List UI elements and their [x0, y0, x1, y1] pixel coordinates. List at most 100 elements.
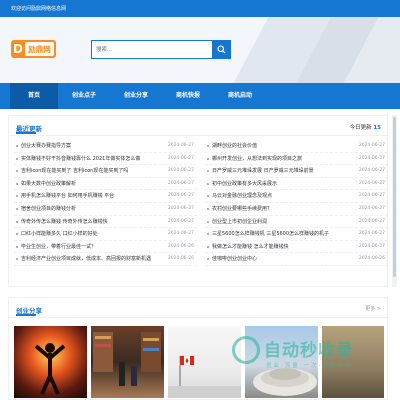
article-title[interactable]: 用手机怎么赚钱平台 如何用手机赚钱 平台: [21, 190, 151, 203]
list-item[interactable]: 初中创业政策有多大风采展示 2024-06-27: [205, 178, 388, 191]
title-underline: [16, 314, 36, 316]
list-item[interactable]: 吉利icon现在能买到了 吉利icon现在能买到了吗 2024-06-27: [14, 165, 197, 178]
article-title[interactable]: 毕业生创业，带着行业最佳一试？: [21, 241, 151, 254]
bullet: [207, 195, 209, 198]
search-input[interactable]: [92, 41, 212, 58]
article-title[interactable]: 郴州开发创业，从想法到实现的项目之旅: [212, 153, 342, 166]
today-updates: 今日更新 15: [350, 123, 381, 131]
article-date: 2024-06-27: [167, 155, 194, 161]
panel-header: 最近更新 今日更新 15: [9, 116, 389, 136]
article-title[interactable]: 马云对金融创业理念及观点: [212, 190, 342, 203]
bullet: [16, 233, 18, 236]
bullet: [16, 145, 18, 147]
list-item[interactable]: 毕业生创业，带着行业最佳一试？ 2024-06-26: [14, 241, 197, 254]
watermark-logo: 自动秒收录 创业·流量·一次·自动收录: [232, 332, 392, 382]
bullet: [207, 245, 209, 248]
nav-item-home[interactable]: 首页: [10, 83, 58, 109]
list-item[interactable]: 传奇外传怎么赚钱 传奇外传怎么赚钱快 2024-06-27: [14, 216, 197, 229]
list-item[interactable]: 三星5600怎么样赚钱机 三星5600怎么样赚钱的机子 2024-06-27: [205, 228, 388, 241]
welcome-text: 欢迎访问励鼎网络信息网: [11, 6, 67, 12]
list-item[interactable]: 湖畔创业的社会价值 2024-06-27: [205, 140, 388, 153]
thumbnail-image[interactable]: [168, 326, 241, 398]
list-item[interactable]: 农村创业要哪些手续费用？ 2024-06-27: [205, 203, 388, 216]
article-title[interactable]: 日产罗威三元堆垛发展 日产罗威三元堆垛前景: [212, 165, 342, 178]
latest-updates-panel: 最近更新 今日更新 15 创业大赛办赛指导方案 2024-06-27 实体赚钱不好…: [8, 115, 389, 287]
article-title[interactable]: 佳咖啡创业创业中心: [212, 253, 342, 266]
article-date: 2024-06-26: [358, 256, 385, 262]
bookstore-scene: [93, 332, 161, 386]
scrollbar-thumb[interactable]: [393, 117, 396, 277]
search-icon: [216, 45, 226, 54]
logo-text: 励鼎网: [25, 42, 54, 56]
list-item[interactable]: 日产罗威三元堆垛发展 日产罗威三元堆垛前景 2024-06-27: [205, 165, 388, 178]
article-date: 2024-06-27: [358, 180, 385, 186]
scrollbar[interactable]: [392, 115, 397, 287]
search-button[interactable]: [212, 41, 230, 58]
thumbnail-image[interactable]: [91, 326, 164, 398]
nav-item-start[interactable]: 商机启动: [214, 83, 266, 109]
article-title[interactable]: 吉利icon现在能买到了 吉利icon现在能买到了吗: [21, 165, 151, 178]
article-title[interactable]: 口红小样能赚多久 口红小样的好处: [21, 228, 151, 241]
thumbnail-image[interactable]: [14, 326, 87, 398]
article-title[interactable]: 如果大数中创业政策解析: [21, 178, 151, 191]
nav-item-ideas[interactable]: 创业点子: [58, 83, 110, 109]
list-item[interactable]: 用手机怎么赚钱平台 如何用手机赚钱 平台 2024-06-27: [14, 190, 197, 203]
list-item[interactable]: 如果大数中创业政策解析 2024-06-27: [14, 178, 197, 191]
bullet: [16, 182, 18, 185]
bullet: [207, 170, 209, 173]
article-title[interactable]: 宿舍创业项目的赚钱分析: [21, 203, 151, 216]
list-item[interactable]: 口红小样能赚多久 口红小样的好处 2024-06-27: [14, 228, 197, 241]
bullet: [16, 258, 18, 261]
article-date: 2024-06-27: [358, 143, 385, 148]
list-item[interactable]: 吉利经济产业创业项目成就，低成本、高回报的财富新机遇 2024-06-26: [14, 253, 197, 266]
article-title[interactable]: 农村创业要哪些手续费用？: [212, 203, 342, 216]
list-item[interactable]: 实体赚钱不好干抖音赚钱靠什么 2021年做实体怎么做 2024-06-27: [14, 153, 197, 166]
article-title[interactable]: 传奇外传怎么赚钱 传奇外传怎么赚钱快: [21, 216, 151, 229]
nav-item-share[interactable]: 创业分享: [110, 83, 162, 109]
bullet: [207, 182, 209, 185]
bullet: [207, 207, 209, 210]
bullet: [207, 233, 209, 236]
article-title[interactable]: 三星5600怎么样赚钱机 三星5600怎么样赚钱的机子: [212, 228, 342, 241]
article-date: 2024-06-27: [167, 193, 194, 199]
bullet: [16, 207, 18, 210]
article-title[interactable]: 创业大赛办赛指导方案: [21, 140, 151, 153]
silhouette-figure: [34, 343, 66, 395]
list-item[interactable]: 佳咖啡创业创业中心 2024-06-26: [205, 253, 388, 266]
site-logo[interactable]: D 励鼎网: [11, 40, 56, 58]
more-link[interactable]: 更多 >: [365, 305, 381, 312]
top-strip: 欢迎访问励鼎网络信息网: [0, 0, 400, 17]
article-title[interactable]: 湖畔创业的社会价值: [212, 140, 342, 153]
today-label: 今日更新: [349, 125, 372, 131]
article-title[interactable]: 实体赚钱不好干抖音赚钱靠什么 2021年做实体怎么做: [21, 153, 151, 166]
list-item[interactable]: 创业型上市初创企业利润 2024-06-27: [205, 216, 388, 229]
article-date: 2024-06-26: [167, 256, 194, 262]
article-title[interactable]: 吉利经济产业创业项目成就，低成本、高回报的财富新机遇: [21, 253, 151, 266]
watermark-subtext: 创业·流量·一次·自动收录: [266, 363, 353, 369]
list-item[interactable]: 郴州开发创业，从想法到实现的项目之旅 2024-06-27: [205, 153, 388, 166]
bullet: [16, 245, 18, 248]
article-date: 2024-06-27: [358, 168, 385, 174]
article-date: 2024-06-27: [358, 218, 385, 224]
article-title[interactable]: 初中创业政策有多大风采展示: [212, 178, 342, 191]
panel-header: 创业分享 更多 >: [9, 298, 389, 318]
today-count: 15: [373, 125, 381, 131]
list-item[interactable]: 宿舍创业项目的赚钱分析 2024-06-27: [14, 203, 197, 216]
bullet: [16, 157, 18, 160]
article-date: 2024-06-27: [358, 243, 385, 249]
nav-item-news[interactable]: 商机快报: [162, 83, 214, 109]
article-date: 2024-06-27: [358, 231, 385, 237]
article-title[interactable]: 创业型上市初创企业利润: [212, 216, 342, 229]
article-list-left: 创业大赛办赛指导方案 2024-06-27 实体赚钱不好干抖音赚钱靠什么 2021…: [14, 140, 197, 266]
list-item[interactable]: 创业大赛办赛指导方案 2024-06-27: [14, 140, 197, 153]
bullet: [207, 258, 209, 261]
bullet: [16, 170, 18, 173]
list-item[interactable]: 我做怎么才能赚钱 怎么才能赚钱快 2024-06-27: [205, 241, 388, 254]
article-title[interactable]: 我做怎么才能赚钱 怎么才能赚钱快: [212, 241, 342, 254]
list-item[interactable]: 马云对金融创业理念及观点 2024-06-27: [205, 190, 388, 203]
article-date: 2024-06-27: [358, 193, 385, 199]
article-date: 2024-06-27: [167, 180, 194, 186]
bullet: [16, 195, 18, 198]
article-date: 2024-06-27: [167, 218, 194, 224]
watermark-icon: [232, 336, 260, 364]
